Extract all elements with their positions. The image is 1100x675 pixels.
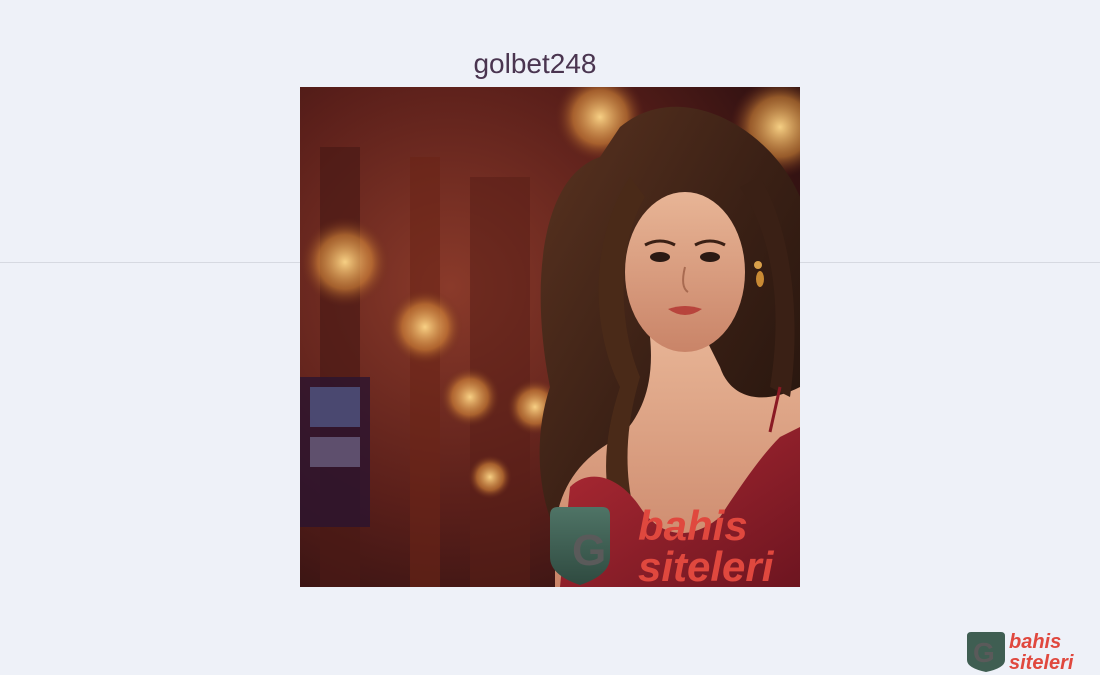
corner-logo[interactable]: G bahis siteleri <box>963 628 1088 674</box>
watermark-line2: siteleri <box>638 543 775 587</box>
watermark-logo: G bahis siteleri <box>550 502 775 587</box>
watermark-line1: bahis <box>638 502 748 549</box>
corner-badge-letter: G <box>973 637 995 668</box>
page-title: golbet248 <box>473 48 597 79</box>
page: golbet248 G bahis siteleri G bahis sitel… <box>0 0 1100 675</box>
watermark-badge-letter: G <box>572 526 606 575</box>
hero-illustration: G bahis siteleri <box>300 87 800 587</box>
corner-logo-line2: siteleri <box>1009 652 1074 673</box>
hero-image: G bahis siteleri <box>300 87 800 587</box>
corner-logo-line1: bahis <box>1009 631 1061 653</box>
